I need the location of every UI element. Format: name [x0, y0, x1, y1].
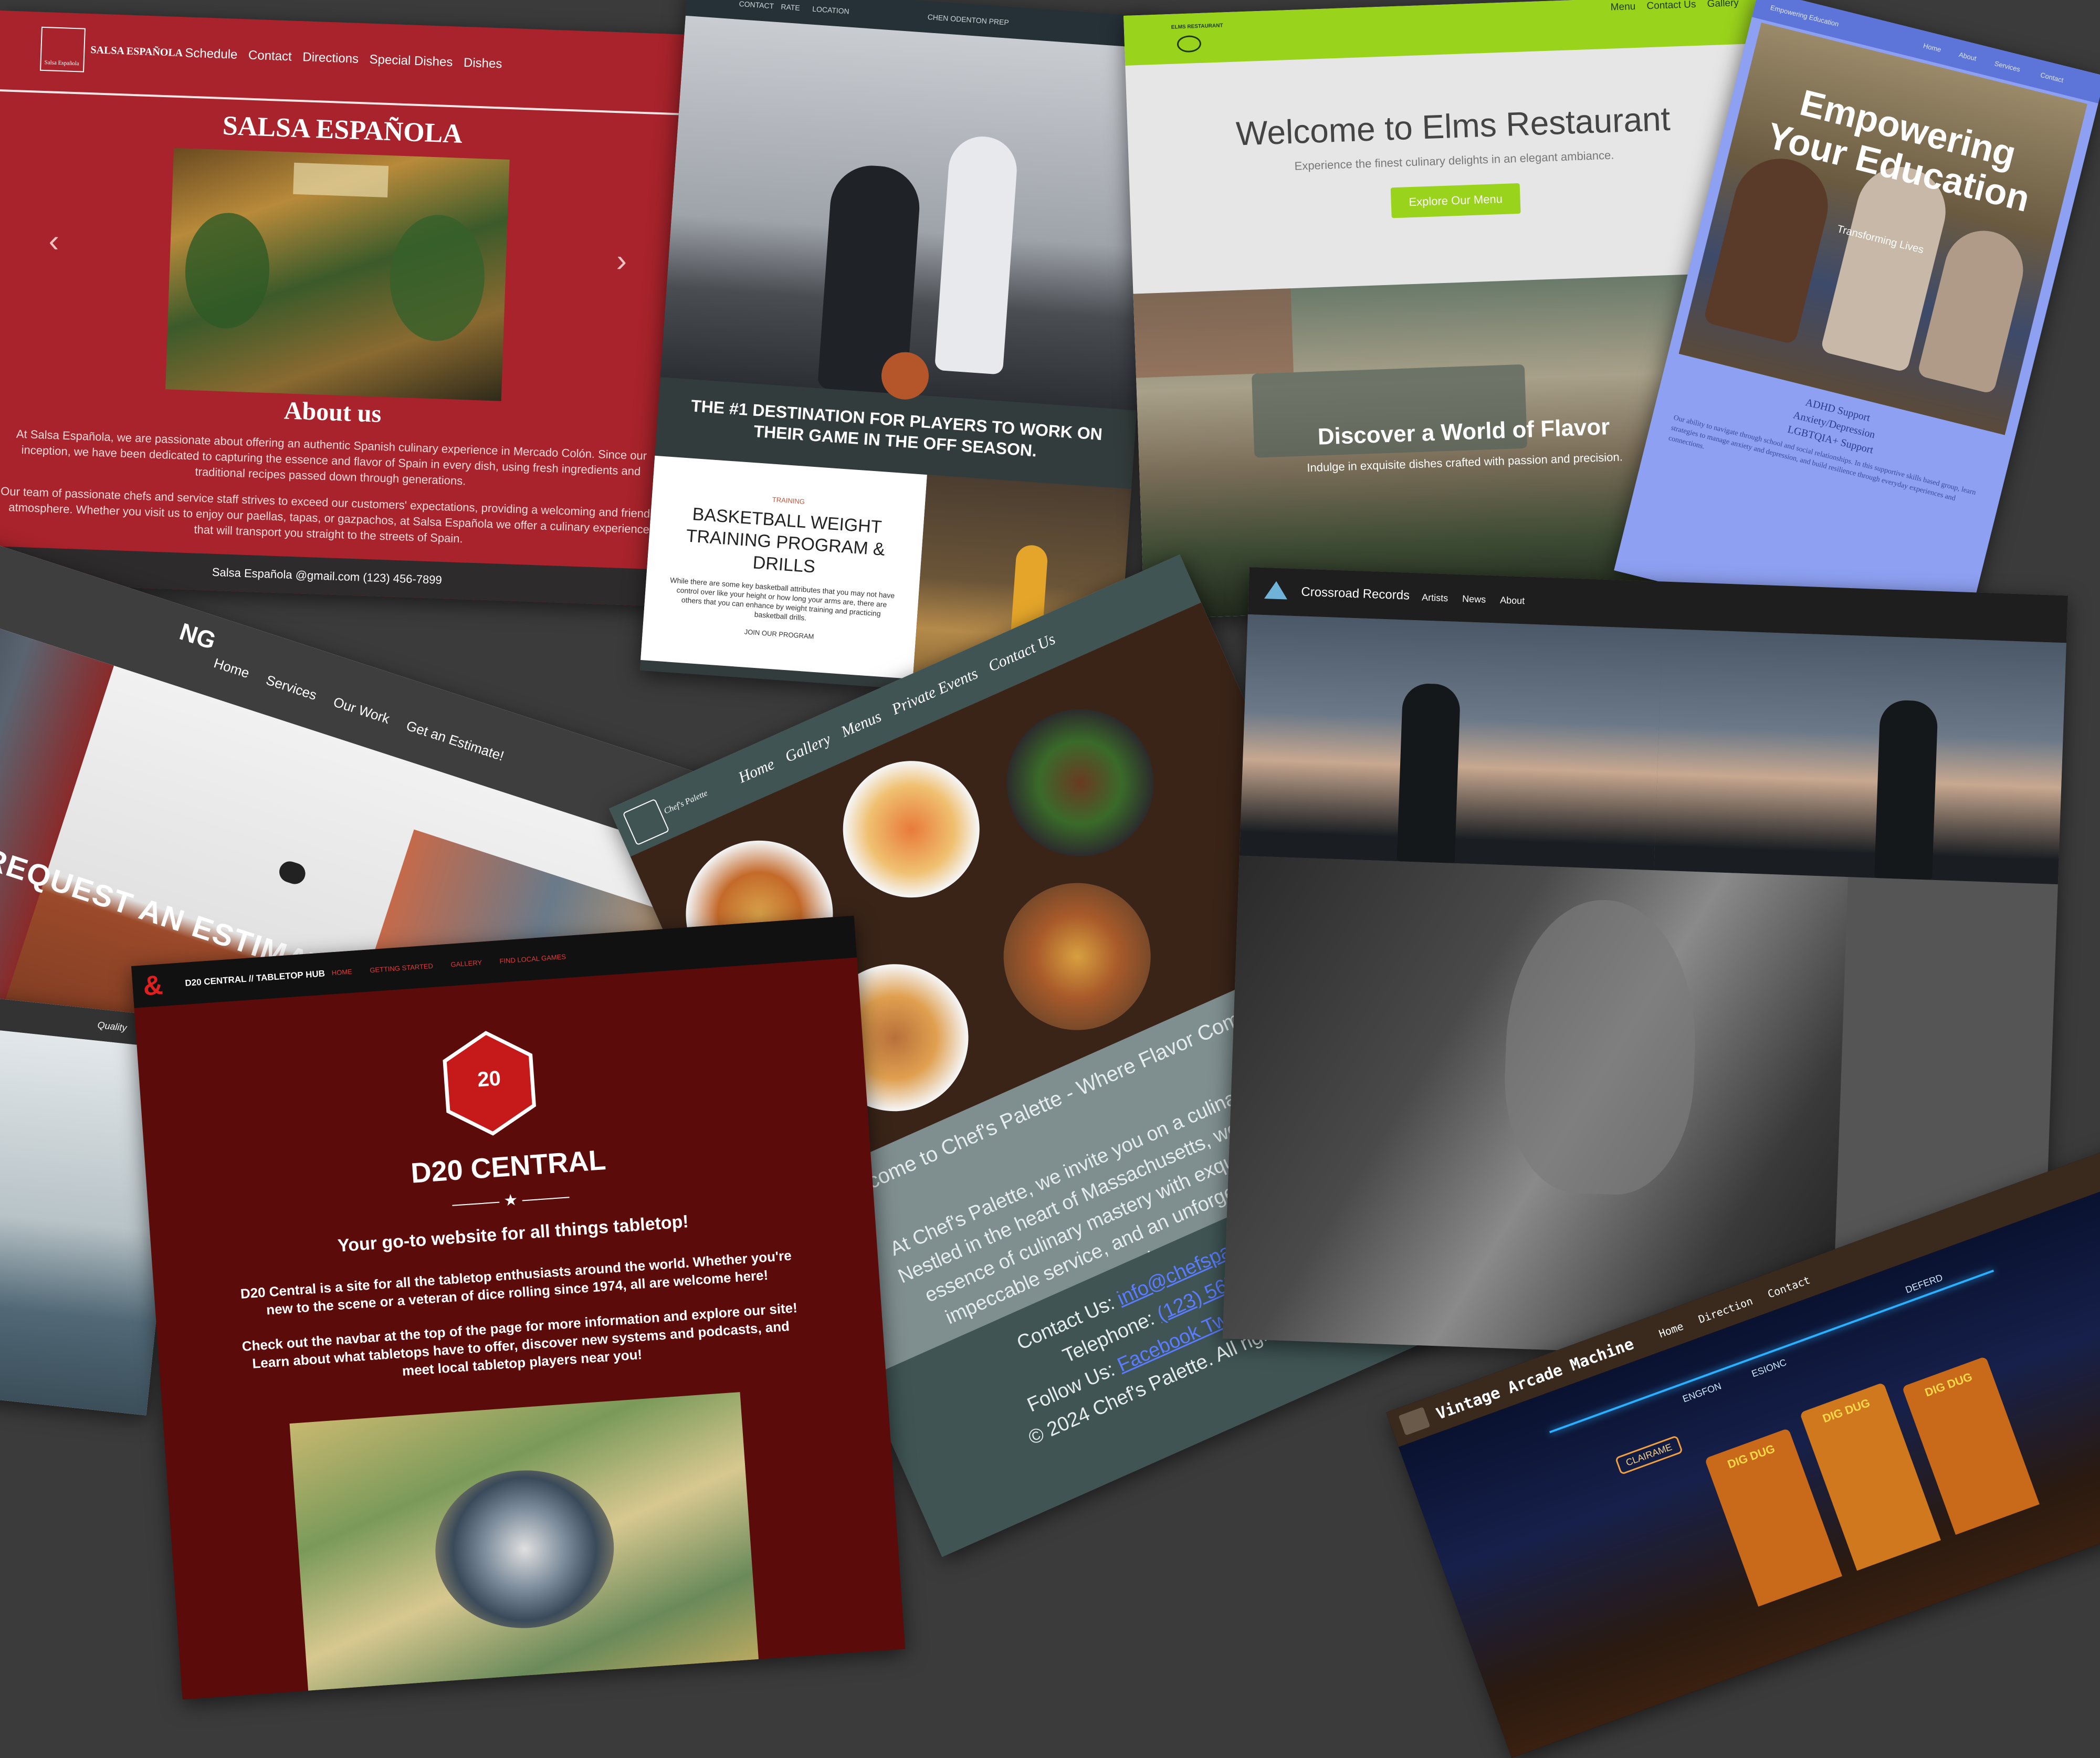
bb-program-card: TRAINING BASKETBALL WEIGHT TRAINING PROG…: [640, 455, 927, 679]
arcade-cabinet-3-marquee: DIG DUG: [1923, 1369, 1974, 1399]
crossroad-brand: Crossroad Records: [1300, 584, 1410, 603]
edu-nav-home[interactable]: Home: [1923, 41, 1942, 54]
arcade-logo-icon[interactable]: [1398, 1407, 1431, 1436]
salsa-plant-left: [183, 211, 271, 330]
crossroad-portrait-face: [1500, 896, 1700, 1197]
salsa-header: Salsa Española SALSA ESPAÑOLA Schedule C…: [0, 11, 693, 116]
chefs-plate-5: [980, 859, 1174, 1054]
elms-building: [1133, 288, 1294, 378]
d20-boardgame-photo: [289, 1392, 759, 1691]
edu-nav-about[interactable]: About: [1958, 50, 1978, 62]
bb-brand: CHEN ODENTON PREP: [927, 13, 1010, 27]
chefs-nav-menus[interactable]: Menus: [838, 708, 884, 741]
crossroad-concert-photo-2: [1654, 629, 2066, 885]
salsa-nav-special-dishes[interactable]: Special Dishes: [369, 53, 453, 70]
salsa-nav-contact[interactable]: Contact: [248, 48, 292, 65]
arcade-cabinet-1-marquee: DIG DUG: [1726, 1441, 1777, 1471]
interior-fragment-text: Quality: [97, 1019, 128, 1033]
crossroad-nav-artists[interactable]: Artists: [1422, 592, 1448, 604]
bb-card-title: BASKETBALL WEIGHT TRAINING PROGRAM & DRI…: [685, 504, 886, 577]
d20-board-dial: [430, 1464, 620, 1634]
d20-central-site: & D20 CENTRAL // TABLETOP HUB HOME GETTI…: [131, 915, 906, 1700]
d20-brand: D20 CENTRAL // TABLETOP HUB: [184, 968, 326, 988]
d20-nav-getting-started[interactable]: GETTING STARTED: [370, 962, 434, 974]
elms-nav-menu[interactable]: Menu: [1610, 1, 1635, 14]
edu-person-1: [1703, 149, 1838, 345]
elms-header: ELMS RESTAURANT Menu Contact Us Gallery: [1124, 0, 1776, 66]
chefs-nav-contact[interactable]: Contact Us: [985, 630, 1058, 675]
chefs-plate-2: [821, 739, 1002, 919]
salsa-espanola-site: Salsa Española SALSA ESPAÑOLA Schedule C…: [0, 11, 693, 607]
chefs-nav-gallery[interactable]: Gallery: [782, 730, 834, 766]
arcade-neon-sign-4: DEFERD: [1904, 1272, 1945, 1295]
crossroad-singer-2: [1874, 699, 1938, 880]
salsa-logo[interactable]: Salsa Española: [40, 26, 86, 72]
edu-nav-services[interactable]: Services: [1994, 59, 2021, 74]
edu-nav-contact[interactable]: Contact: [2040, 71, 2064, 84]
moving-nav-home[interactable]: Home: [212, 655, 251, 682]
elms-button-wrap: Explore Our Menu: [1130, 174, 1781, 227]
d20-nav: HOME GETTING STARTED GALLERY FIND LOCAL …: [331, 951, 581, 977]
salsa-nav: Schedule Contact Directions Special Dish…: [185, 46, 517, 72]
crossroad-singer-1: [1396, 683, 1461, 863]
elms-logo-text: ELMS RESTAURANT: [1171, 23, 1223, 30]
crossroad-nav-about[interactable]: About: [1500, 595, 1525, 607]
salsa-nav-dishes[interactable]: Dishes: [464, 56, 502, 72]
salsa-logo-sub: Salsa Española: [44, 59, 80, 67]
salsa-nav-schedule[interactable]: Schedule: [185, 46, 238, 62]
crossroad-concert-photo-1: [1239, 614, 1663, 871]
salsa-skylight: [293, 162, 389, 197]
bb-card-text: While there are some key basketball attr…: [669, 575, 895, 622]
chefs-logo-text: Chef's Palette: [663, 789, 709, 816]
d20-nav-gallery[interactable]: GALLERY: [450, 958, 482, 968]
moving-jumper: [276, 859, 308, 887]
bb-hero-photo: [660, 15, 1162, 411]
moving-title-fragment: NG: [176, 617, 219, 655]
crossroad-logo-icon[interactable]: [1264, 581, 1288, 600]
moving-containers-left: [0, 610, 114, 1041]
edu-nav-title[interactable]: Empowering Education: [1770, 4, 1840, 28]
elms-nav: Menu Contact Us Gallery: [1610, 0, 1754, 14]
chefs-nav-home[interactable]: Home: [736, 755, 777, 787]
chefs-plate-3: [983, 685, 1178, 880]
elms-leaf-icon[interactable]: [1177, 35, 1202, 53]
d20-die-icon: 20: [436, 1028, 542, 1139]
bb-nav-rate[interactable]: RATE: [781, 3, 800, 12]
elms-nav-contact[interactable]: Contact Us: [1646, 0, 1696, 12]
moving-nav-our-work[interactable]: Our Work: [331, 694, 392, 727]
arcade-cabinet-2-marquee: DIG DUG: [1821, 1396, 1872, 1426]
bb-player-2: [934, 134, 1019, 375]
arcade-nav-contact[interactable]: Contact: [1766, 1273, 1812, 1300]
salsa-carousel-image: [165, 148, 510, 401]
bb-nav-contact[interactable]: CONTACT: [739, 0, 774, 11]
moving-nav-estimate[interactable]: Get an Estimate!: [404, 717, 506, 764]
salsa-about-p2: Our team of passionate chefs and service…: [0, 484, 659, 546]
salsa-about-p1: At Salsa Española, we are passionate abo…: [16, 427, 647, 488]
elms-explore-menu-button[interactable]: Explore Our Menu: [1390, 183, 1521, 218]
salsa-plant-right: [387, 213, 487, 343]
arcade-nav-home[interactable]: Home: [1657, 1320, 1685, 1340]
moving-nav-services[interactable]: Services: [264, 672, 319, 704]
arcade-neon-sign-2: ENGFON: [1681, 1380, 1723, 1405]
chefs-logo[interactable]: [622, 798, 670, 846]
salsa-logo-text: SALSA ESPAÑOLA: [90, 44, 183, 59]
salsa-nav-directions[interactable]: Directions: [302, 50, 359, 67]
bb-nav-location[interactable]: LOCATION: [812, 5, 849, 16]
salsa-carousel-next[interactable]: ›: [616, 242, 627, 279]
crossroad-nav-news[interactable]: News: [1462, 593, 1486, 605]
d20-logo-icon[interactable]: &: [142, 970, 164, 1001]
d20-nav-home[interactable]: HOME: [331, 968, 352, 977]
elms-nav-gallery[interactable]: Gallery: [1707, 0, 1739, 10]
salsa-carousel-prev[interactable]: ‹: [48, 223, 60, 259]
d20-nav-find-local-games[interactable]: FIND LOCAL GAMES: [499, 953, 566, 965]
arcade-neon-sign-3: ESIONC: [1750, 1357, 1788, 1379]
arcade-neon-sign-1: CLAIRAME: [1614, 1435, 1684, 1476]
bb-headline: THE #1 DESTINATION FOR PLAYERS TO WORK O…: [690, 396, 1104, 461]
crossroad-nav: Artists News About: [1422, 592, 1540, 607]
